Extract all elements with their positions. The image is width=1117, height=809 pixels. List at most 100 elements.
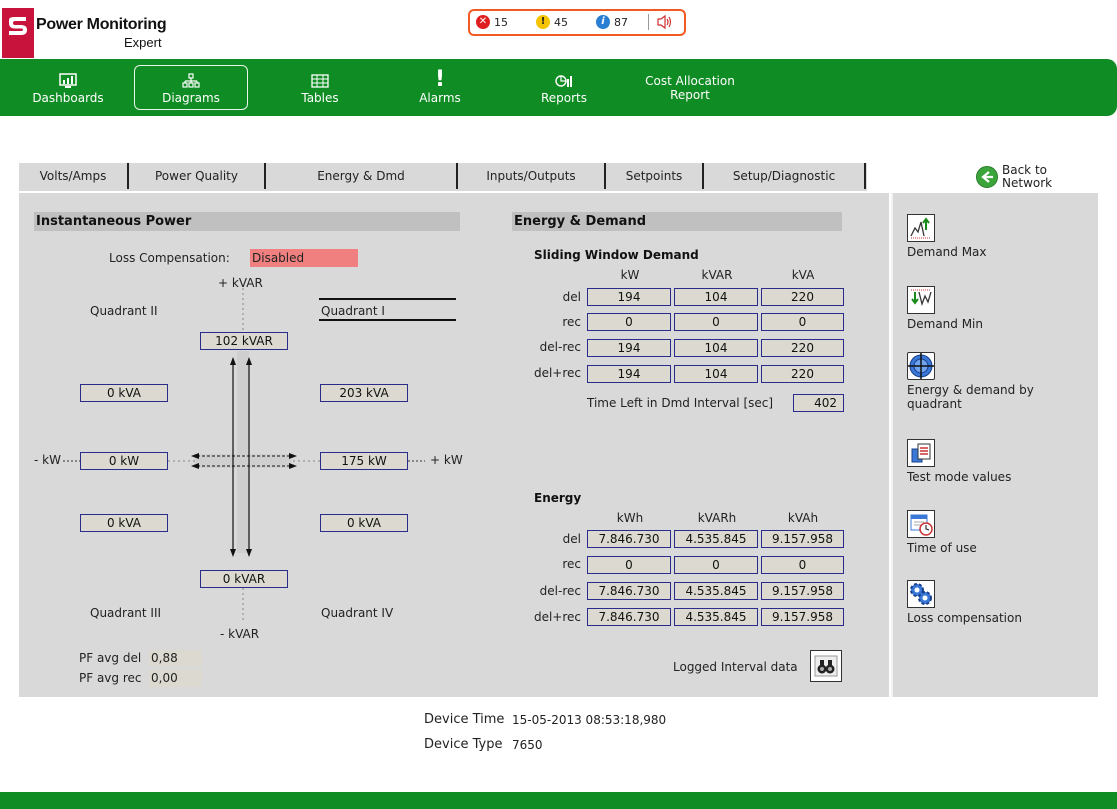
table-cell: 9.157.958	[761, 530, 844, 548]
table-cell: 104	[674, 365, 758, 383]
kva-quadrant-iii: 0 kVA	[80, 514, 168, 532]
table-cell: 4.535.845	[674, 530, 758, 548]
row-label: del+rec	[533, 366, 581, 380]
nav-tables[interactable]: Tables	[280, 59, 360, 116]
binoculars-icon	[814, 655, 838, 677]
energy-demand-by-quadrant-link[interactable]: Energy & demand by quadrant	[907, 352, 1034, 411]
table-icon	[311, 71, 329, 89]
energy-heading: Energy	[534, 491, 582, 505]
demand-max-link[interactable]: Demand Max	[907, 214, 987, 259]
demand-min-link[interactable]: Demand Min	[907, 286, 983, 331]
table-cell: 220	[761, 339, 844, 357]
quadrant-iii-label: Quadrant III	[90, 606, 162, 620]
minus-kvar-label: - kVAR	[220, 627, 260, 641]
time-left-value: 402	[793, 394, 844, 412]
pf-avg-del-label: PF avg del	[79, 651, 142, 665]
nav-dashboards[interactable]: Dashboards	[28, 59, 108, 116]
device-time-label: Device Time	[424, 712, 505, 727]
table-cell: 104	[674, 339, 758, 357]
demand-min-icon	[907, 286, 935, 314]
quadrant-iv-label: Quadrant IV	[321, 606, 394, 620]
device-type-value: 7650	[512, 738, 543, 752]
tab-setpoints[interactable]: Setpoints	[606, 163, 704, 189]
kva-quadrant-iv: 0 kVA	[320, 514, 408, 532]
col-header: kWh	[616, 511, 644, 525]
table-cell: 9.157.958	[761, 608, 844, 626]
dashboard-icon	[59, 71, 77, 89]
tab-power-quality[interactable]: Power Quality	[129, 163, 266, 189]
nav-alarms[interactable]: ! Alarms	[400, 59, 480, 116]
table-cell: 7.846.730	[587, 582, 671, 600]
logged-interval-button[interactable]	[810, 650, 842, 682]
main-panel: Instantaneous Power Loss Compensation: D…	[19, 193, 889, 697]
row-label: rec	[562, 315, 581, 329]
kvar-bottom-value: 0 kVAR	[200, 570, 288, 588]
loss-compensation-link[interactable]: Loss compensation	[907, 580, 1022, 625]
row-label: rec	[562, 557, 581, 571]
table-cell: 104	[674, 288, 758, 306]
tab-bar: Volts/Amps Power Quality Energy & Dmd In…	[19, 163, 867, 191]
divider	[648, 14, 649, 30]
table-cell: 194	[587, 365, 671, 383]
table-cell: 9.157.958	[761, 582, 844, 600]
alarm-summary[interactable]: ✕ 15 ! 45 i 87	[468, 9, 686, 36]
report-icon	[555, 71, 573, 89]
info-alarm-icon: i	[596, 15, 610, 29]
nav-cost-allocation-report[interactable]: Cost Allocation Report	[630, 59, 750, 116]
main-nav: Dashboards Diagrams Tables ! Alarms Repo…	[0, 59, 1117, 116]
minus-kw-label: - kW	[34, 453, 61, 467]
info-alarm-count[interactable]: i 87	[596, 15, 628, 29]
table-cell: 7.846.730	[587, 530, 671, 548]
table-cell: 4.535.845	[674, 582, 758, 600]
device-type-label: Device Type	[424, 737, 503, 752]
back-arrow-icon	[976, 166, 998, 188]
time-of-use-link[interactable]: Time of use	[907, 510, 977, 555]
kw-right-value: 175 kW	[320, 452, 408, 470]
tab-energy-dmd[interactable]: Energy & Dmd	[266, 163, 458, 189]
warning-alarm-count[interactable]: ! 45	[536, 15, 568, 29]
nav-reports[interactable]: Reports	[524, 59, 604, 116]
device-time-value: 15-05-2013 08:53:18,980	[512, 713, 667, 727]
alarm-icon: !	[434, 66, 446, 92]
test-mode-icon	[907, 439, 935, 467]
footer-bar	[0, 792, 1117, 809]
row-label: del	[562, 290, 581, 304]
col-header: kVARh	[697, 511, 737, 525]
table-cell: 0	[674, 556, 758, 574]
demand-max-icon	[907, 214, 935, 242]
table-cell: 0	[674, 313, 758, 331]
time-left-label: Time Left in Dmd Interval [sec]	[587, 396, 774, 410]
critical-alarm-icon: ✕	[476, 15, 490, 29]
schneider-logo-icon	[9, 17, 27, 35]
table-cell: 7.846.730	[587, 608, 671, 626]
back-to-network-button[interactable]: Back to Network	[976, 164, 1052, 190]
tab-volts-amps[interactable]: Volts/Amps	[19, 163, 129, 189]
table-cell: 220	[761, 288, 844, 306]
row-label: del+rec	[533, 610, 581, 624]
critical-alarm-count[interactable]: ✕ 15	[476, 15, 508, 29]
col-header: kVAR	[701, 268, 733, 282]
plus-kw-label: + kW	[430, 453, 463, 467]
warning-alarm-icon: !	[536, 15, 550, 29]
test-mode-values-link[interactable]: Test mode values	[907, 439, 1011, 484]
kw-left-value: 0 kW	[80, 452, 168, 470]
diagram-icon	[182, 71, 200, 89]
sliding-window-demand-heading: Sliding Window Demand	[534, 248, 699, 262]
table-cell: 0	[587, 556, 671, 574]
brand-title: Power Monitoring	[36, 16, 167, 33]
tab-setup-diagnostic[interactable]: Setup/Diagnostic	[704, 163, 866, 189]
row-label: del-rec	[539, 340, 581, 354]
energy-demand-heading: Energy & Demand	[512, 212, 842, 231]
pf-avg-rec-value: 0,00	[149, 670, 202, 687]
logged-interval-label: Logged Interval data	[673, 660, 798, 674]
speaker-icon[interactable]	[656, 14, 674, 33]
tab-inputs-outputs[interactable]: Inputs/Outputs	[458, 163, 606, 189]
nav-diagrams[interactable]: Diagrams	[134, 65, 248, 110]
table-cell: 220	[761, 365, 844, 383]
col-header: kVA	[791, 268, 815, 282]
table-cell: 0	[587, 313, 671, 331]
col-header: kVAh	[787, 511, 819, 525]
table-cell: 0	[761, 313, 844, 331]
brand-subtitle: Expert	[124, 35, 162, 50]
table-cell: 194	[587, 339, 671, 357]
